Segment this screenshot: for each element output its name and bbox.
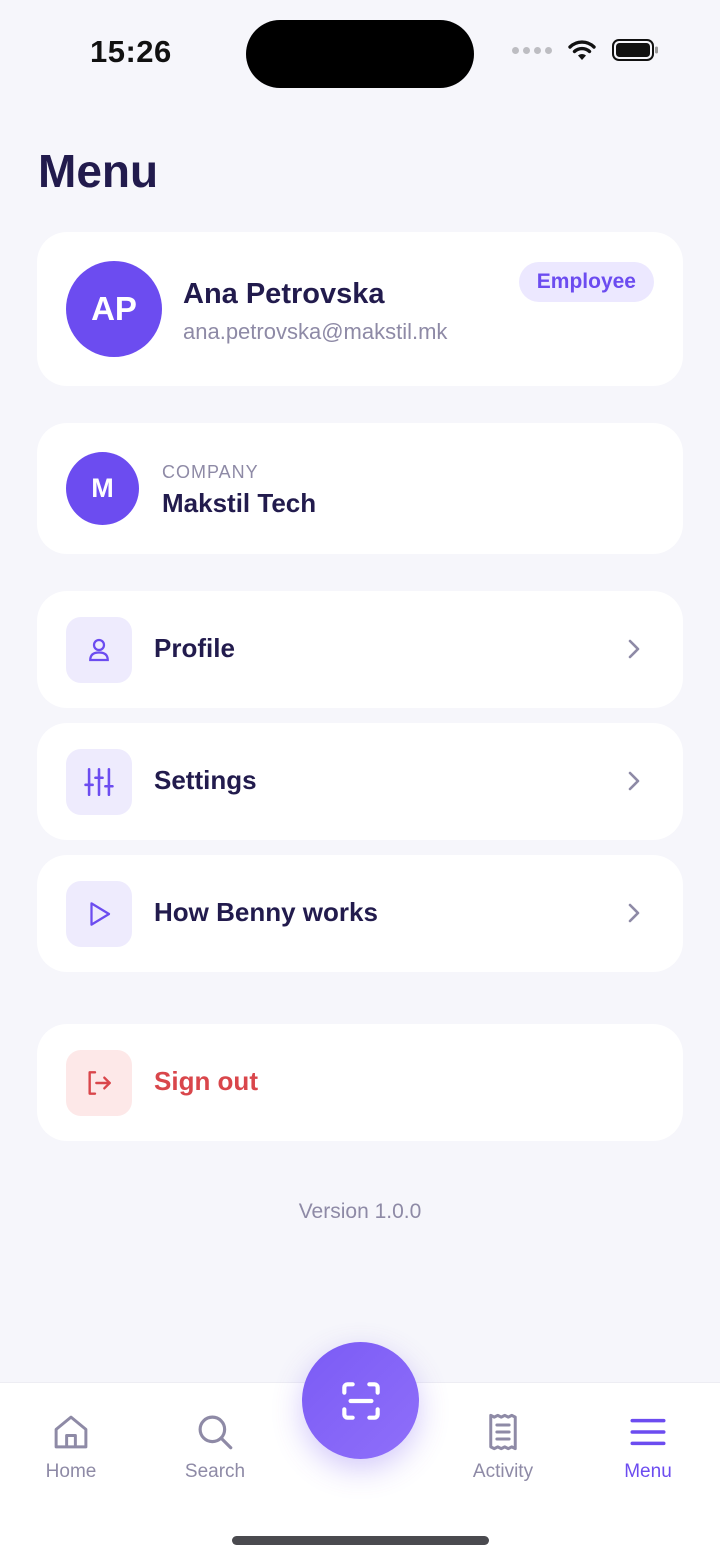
menu-item-label: Settings: [154, 765, 257, 795]
menu-item-settings[interactable]: Settings: [37, 723, 683, 840]
battery-icon: [612, 39, 658, 61]
home-indicator: [232, 1536, 489, 1545]
user-avatar: AP: [66, 261, 162, 357]
sliders-icon: [66, 749, 132, 815]
menu-item-label: Profile: [154, 633, 235, 663]
status-time: 15:26: [90, 34, 172, 69]
scan-icon: [341, 1381, 380, 1420]
tab-activity[interactable]: Activity: [448, 1411, 558, 1483]
tab-label: Search: [184, 1461, 246, 1482]
chevron-right-icon: [621, 900, 647, 926]
cellular-signal-icon: [512, 46, 552, 54]
chevron-right-icon: [621, 636, 647, 662]
person-icon: [66, 617, 132, 683]
app-version: Version 1.0.0: [298, 1200, 422, 1223]
home-icon: [54, 1415, 88, 1449]
status-icons: [512, 38, 660, 62]
role-badge: Employee: [518, 262, 654, 302]
sign-out-label: Sign out: [154, 1066, 258, 1096]
company-label: COMPANY: [162, 462, 259, 482]
dynamic-island: [246, 20, 474, 88]
menu-item-how-benny-works[interactable]: How Benny works: [37, 855, 683, 972]
tab-label: Home: [45, 1461, 97, 1482]
play-icon: [66, 881, 132, 947]
tab-search[interactable]: Search: [160, 1411, 270, 1483]
status-bar: 15:26: [0, 0, 720, 110]
logout-icon: [66, 1050, 132, 1116]
tab-label: Activity: [472, 1461, 534, 1482]
page-title: Menu: [38, 145, 159, 197]
tab-home[interactable]: Home: [16, 1411, 126, 1483]
menu-item-profile[interactable]: Profile: [37, 591, 683, 708]
user-name: Ana Petrovska: [183, 278, 385, 310]
menu-item-label: How Benny works: [154, 897, 378, 927]
company-card[interactable]: M COMPANY Makstil Tech: [37, 423, 683, 554]
receipt-icon: [489, 1413, 517, 1451]
company-name: Makstil Tech: [162, 488, 317, 518]
user-email: ana.petrovska@makstil.mk: [183, 319, 448, 344]
company-avatar: M: [66, 452, 139, 525]
search-icon: [198, 1415, 233, 1450]
tab-menu[interactable]: Menu: [593, 1411, 703, 1483]
sign-out-button[interactable]: Sign out: [37, 1024, 683, 1141]
hamburger-icon: [630, 1418, 666, 1446]
tab-label: Menu: [624, 1461, 672, 1482]
chevron-right-icon: [621, 768, 647, 794]
wifi-icon: [568, 40, 596, 60]
scan-button[interactable]: [302, 1342, 419, 1459]
user-card[interactable]: AP Ana Petrovska ana.petrovska@makstil.m…: [37, 232, 683, 386]
